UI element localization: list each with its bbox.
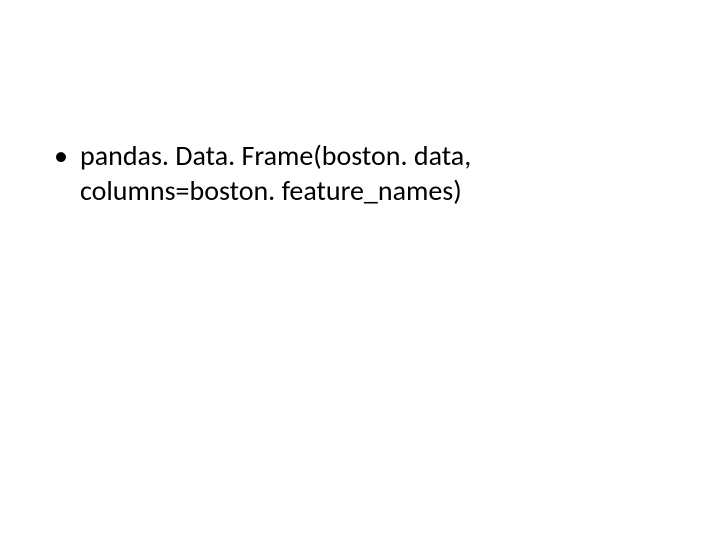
slide: pandas. Data. Frame(boston. data, column… bbox=[0, 0, 720, 540]
bullet-item: pandas. Data. Frame(boston. data, column… bbox=[54, 138, 666, 208]
bullet-line-1: pandas. Data. Frame(boston. data, bbox=[80, 138, 471, 173]
bullet-list: pandas. Data. Frame(boston. data, column… bbox=[54, 138, 666, 208]
content-area: pandas. Data. Frame(boston. data, column… bbox=[54, 138, 666, 208]
bullet-line-2: columns=boston. feature_names) bbox=[80, 173, 462, 208]
